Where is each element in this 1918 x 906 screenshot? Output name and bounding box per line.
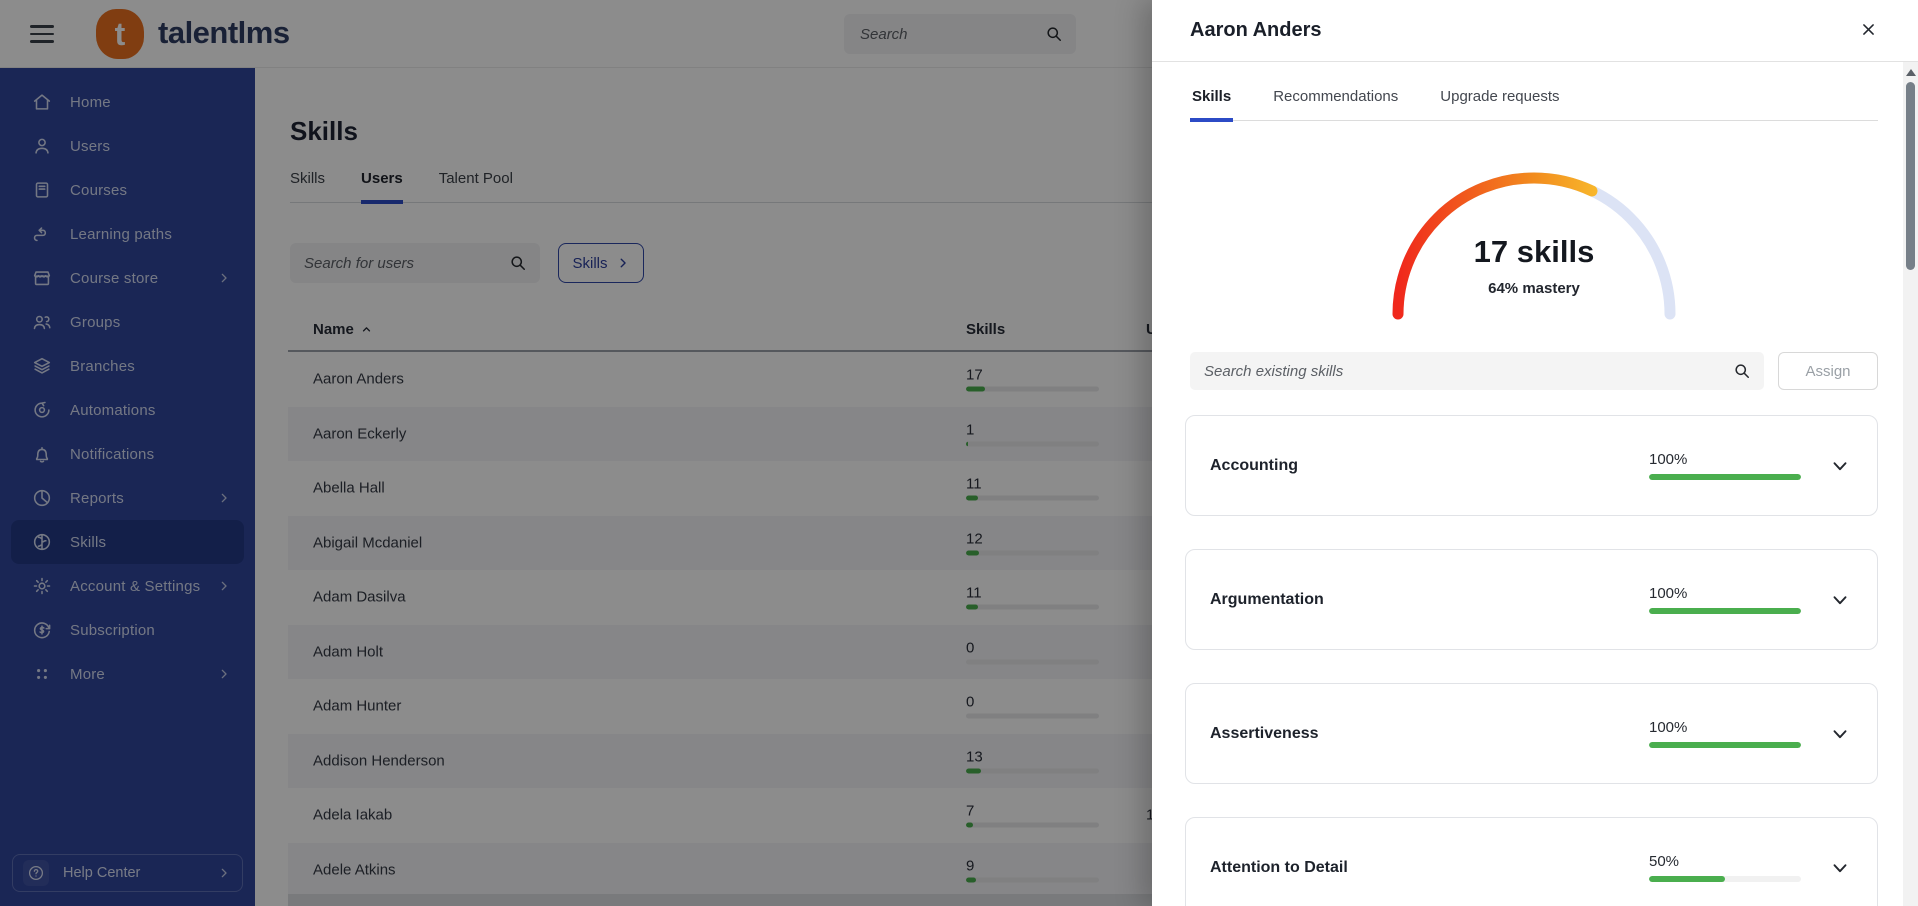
- skill-progress: 100%: [1649, 451, 1801, 480]
- skill-card-accounting[interactable]: Accounting 100%: [1185, 415, 1878, 516]
- user-detail-panel: Aaron Anders Skills Recommendations Upgr…: [1152, 0, 1918, 906]
- skill-percent-label: 100%: [1649, 585, 1801, 602]
- skill-progress-track: [1649, 608, 1801, 614]
- chevron-down-icon: [1829, 455, 1851, 477]
- search-icon: [1732, 361, 1752, 381]
- skill-progress: 100%: [1649, 719, 1801, 748]
- skill-percent-label: 100%: [1649, 451, 1801, 468]
- skill-card-assertiveness[interactable]: Assertiveness 100%: [1185, 683, 1878, 784]
- panel-header: Aaron Anders: [1152, 0, 1918, 62]
- skill-progress-track: [1649, 742, 1801, 748]
- skill-progress-fill: [1649, 474, 1801, 480]
- scroll-up-arrow[interactable]: [1906, 69, 1916, 76]
- chevron-down-icon: [1829, 857, 1851, 879]
- skill-name: Assertiveness: [1210, 725, 1319, 743]
- panel-tab-skills[interactable]: Skills: [1190, 88, 1233, 122]
- skill-card-argumentation[interactable]: Argumentation 100%: [1185, 549, 1878, 650]
- skill-progress-fill: [1649, 742, 1801, 748]
- skill-progress-fill: [1649, 608, 1801, 614]
- skill-percent-label: 100%: [1649, 719, 1801, 736]
- skill-name: Attention to Detail: [1210, 859, 1348, 877]
- gauge-skills-count: 17 skills: [1384, 234, 1684, 270]
- skill-progress: 100%: [1649, 585, 1801, 614]
- skill-name: Accounting: [1210, 457, 1298, 475]
- mastery-gauge: 17 skills 64% mastery: [1384, 164, 1684, 324]
- gauge-mastery-label: 64% mastery: [1384, 280, 1684, 297]
- modal-overlay[interactable]: [0, 0, 1152, 906]
- skill-progress: 50%: [1649, 853, 1801, 882]
- close-button[interactable]: [1856, 19, 1880, 43]
- skill-card-list: Accounting 100% Argumentation: [1185, 415, 1878, 906]
- skill-search-input[interactable]: [1190, 352, 1764, 390]
- panel-scrollbar: [1903, 62, 1918, 906]
- scrollbar-thumb[interactable]: [1906, 82, 1915, 270]
- panel-tabs: Skills Recommendations Upgrade requests: [1190, 88, 1878, 121]
- skill-name: Argumentation: [1210, 591, 1324, 609]
- app-window: t talentlms Home Users: [0, 0, 1918, 906]
- panel-tab-recommendations[interactable]: Recommendations: [1271, 88, 1400, 120]
- panel-title: Aaron Anders: [1190, 19, 1322, 42]
- skill-percent-label: 50%: [1649, 853, 1801, 870]
- close-icon: [1860, 21, 1877, 38]
- skill-progress-track: [1649, 876, 1801, 882]
- panel-tab-upgrade-requests[interactable]: Upgrade requests: [1438, 88, 1561, 120]
- chevron-down-icon: [1829, 723, 1851, 745]
- skill-progress-track: [1649, 474, 1801, 480]
- skill-card-attention-to-detail[interactable]: Attention to Detail 50%: [1185, 817, 1878, 906]
- skill-search: [1190, 352, 1764, 390]
- panel-search-row: Assign: [1190, 352, 1878, 390]
- chevron-down-icon: [1829, 589, 1851, 611]
- skill-progress-fill: [1649, 876, 1725, 882]
- assign-button[interactable]: Assign: [1778, 352, 1878, 390]
